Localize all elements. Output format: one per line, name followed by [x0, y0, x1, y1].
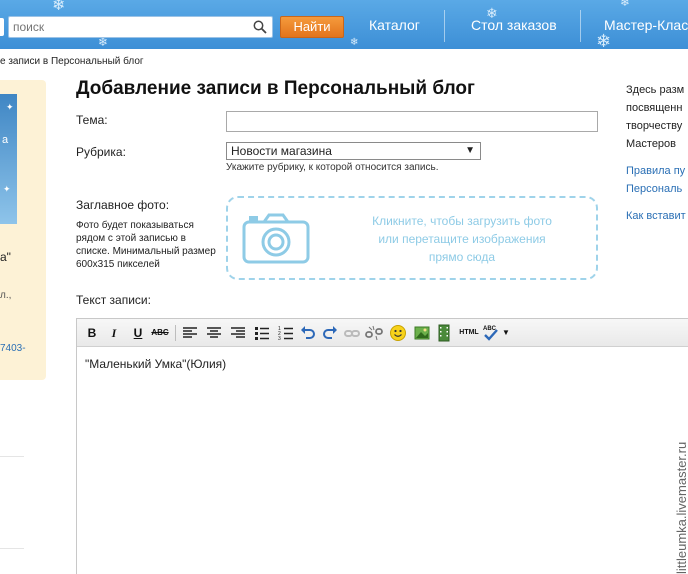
info-text-line: Здесь разм [626, 84, 685, 96]
rules-link[interactable]: Правила пу [626, 165, 685, 177]
align-left-icon[interactable] [181, 324, 199, 342]
rubric-hint: Укажите рубрику, к которой относится зап… [226, 162, 439, 173]
search-input[interactable] [13, 18, 249, 36]
topic-label: Тема: [76, 113, 108, 127]
numbered-list-icon[interactable]: 123 [277, 324, 295, 342]
shop-phone[interactable]: 7403- [0, 343, 26, 354]
info-text-line: посвященн [626, 102, 683, 114]
check-icon [484, 329, 498, 341]
smiley-icon[interactable] [389, 324, 407, 342]
editor-toolbar: B I U ABC 123 HTML ABC ▼ [77, 319, 688, 347]
breadcrumb: е записи в Персональный блог [0, 56, 144, 67]
snowflake-icon: ❄ [620, 0, 631, 9]
page-title: Добавление записи в Персональный блог [76, 78, 475, 99]
align-center-icon[interactable] [205, 324, 223, 342]
shop-name[interactable]: а" [0, 250, 11, 264]
spellcheck-dropdown-icon[interactable]: ▼ [501, 324, 511, 342]
star-icon: ✦ [6, 102, 14, 112]
rubric-select[interactable]: Новости магазина ▼ [226, 142, 481, 160]
align-right-icon[interactable] [229, 324, 247, 342]
link-icon[interactable] [343, 324, 361, 342]
html-source-button[interactable]: HTML [457, 324, 481, 342]
editor-content[interactable]: "Маленький Умка"(Юлия) [85, 357, 226, 371]
underline-button[interactable]: U [129, 324, 147, 342]
info-text-line: творчеству [626, 120, 683, 132]
how-to-insert-link[interactable]: Как вставит [626, 210, 686, 222]
topic-input[interactable] [226, 111, 598, 132]
snowflake-icon: ❄ [350, 37, 359, 48]
rules-link[interactable]: Персональ [626, 183, 682, 195]
rich-text-editor[interactable]: B I U ABC 123 HTML ABC ▼ "Маленький Умка… [76, 318, 688, 574]
top-navigation-bar: ❄ ❄ ❄ ❄ ❄ ❄ Найти Каталог Стол заказов М… [0, 0, 688, 49]
unlink-icon[interactable] [365, 324, 383, 342]
video-insert-icon[interactable] [435, 324, 453, 342]
snowflake-icon: ❄ [52, 0, 66, 14]
menu-edge[interactable] [0, 18, 4, 36]
search-icon[interactable] [253, 20, 267, 34]
bold-button[interactable]: B [83, 324, 101, 342]
divider [0, 548, 24, 549]
dropzone-text: или перетащите изображения [378, 232, 546, 246]
star-icon: ✦ [3, 184, 11, 194]
svg-text:3: 3 [278, 336, 281, 342]
photo-label: Заглавное фото: [76, 198, 170, 212]
nav-divider [444, 10, 445, 42]
rubric-label: Рубрика: [76, 145, 126, 159]
toolbar-separator [175, 325, 176, 341]
camera-icon [242, 213, 310, 264]
bullet-list-icon[interactable] [253, 324, 271, 342]
photo-dropzone[interactable]: Кликните, чтобы загрузить фото или перет… [226, 196, 598, 280]
shop-banner-image[interactable]: а ✦ ✦ [0, 94, 17, 224]
info-text-line: Мастеров [626, 138, 677, 150]
italic-button[interactable]: I [105, 324, 123, 342]
nav-order-table[interactable]: Стол заказов [471, 17, 557, 33]
banner-text: а [2, 134, 9, 146]
text-label: Текст записи: [76, 293, 151, 307]
rubric-selected-value: Новости магазина [231, 144, 332, 158]
image-insert-icon[interactable] [413, 324, 431, 342]
nav-catalog[interactable]: Каталог [369, 17, 420, 33]
shop-info-panel: а ✦ ✦ а" л., 7403- [0, 80, 46, 380]
redo-icon[interactable] [321, 324, 339, 342]
find-button[interactable]: Найти [280, 16, 344, 38]
nav-divider [580, 10, 581, 42]
photo-description: Фото будет показываться рядом с этой зап… [76, 220, 216, 270]
undo-icon[interactable] [299, 324, 317, 342]
dropdown-arrow-icon[interactable]: ▼ [465, 143, 475, 159]
watermark: littleumka.livemaster.ru [674, 441, 688, 574]
divider [0, 456, 24, 457]
spellcheck-button[interactable]: ABC [483, 324, 499, 342]
search-field[interactable] [8, 16, 273, 38]
nav-master-class[interactable]: Мастер-Клас [604, 17, 688, 33]
shop-meta: л., [0, 290, 12, 301]
strikethrough-button[interactable]: ABC [151, 324, 169, 342]
dropzone-text: прямо сюда [428, 250, 496, 264]
snowflake-icon: ❄ [596, 31, 612, 49]
dropzone-text: Кликните, чтобы загрузить фото [372, 214, 552, 228]
